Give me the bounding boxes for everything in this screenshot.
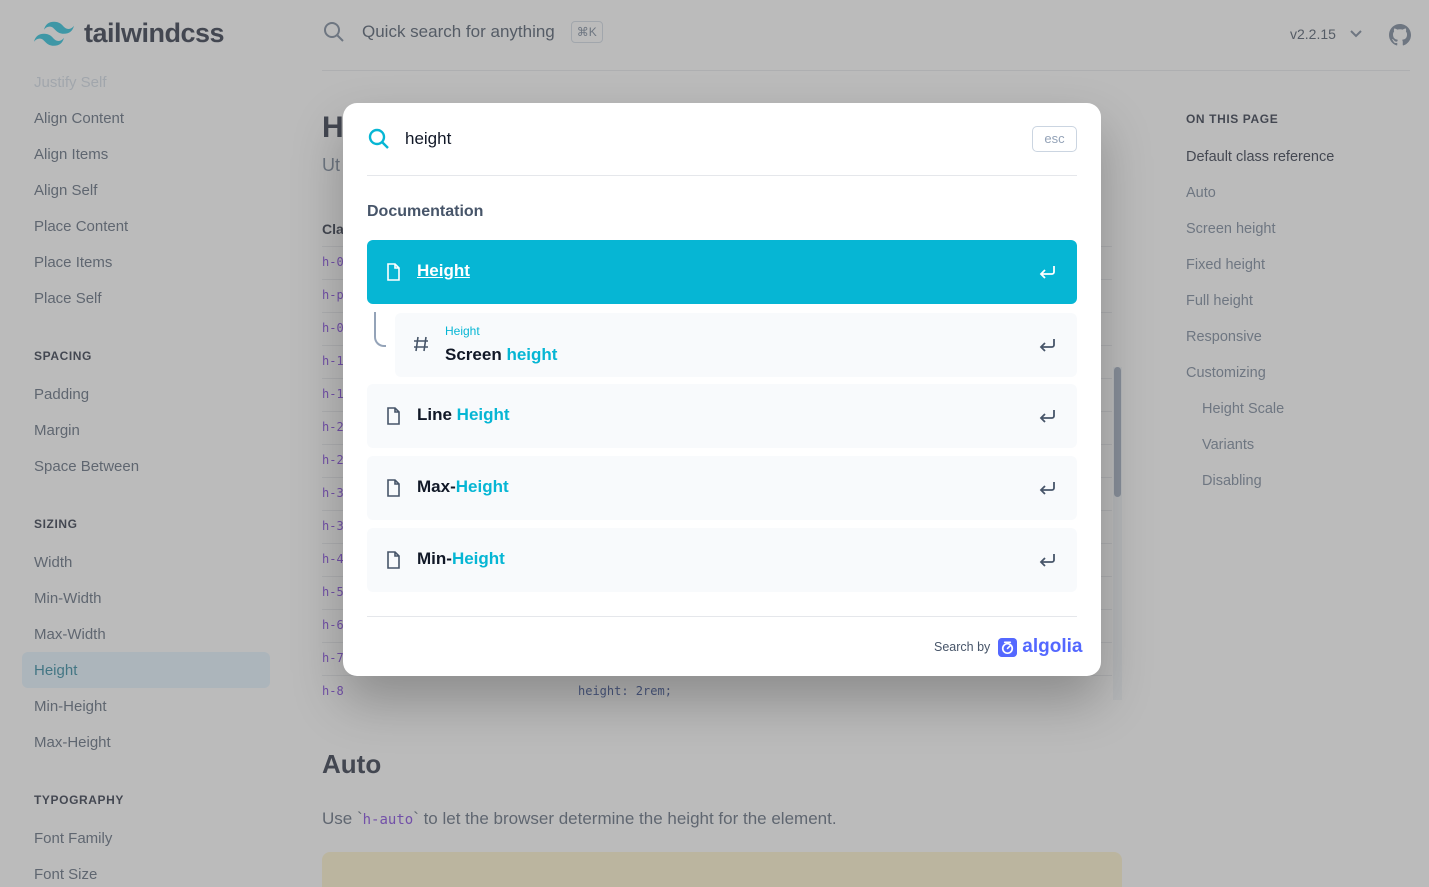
search-result-line-height[interactable]: Line Height (367, 384, 1077, 448)
document-icon (387, 479, 400, 497)
search-result-prefix: Line (417, 405, 457, 424)
search-result-title: Screen height (445, 345, 557, 365)
enter-icon (1039, 266, 1055, 279)
search-result-title: Max-Height (417, 477, 509, 497)
search-result-title: Min-Height (417, 549, 505, 569)
results-section-title: Documentation (367, 203, 484, 220)
search-icon (368, 128, 389, 149)
esc-button[interactable]: esc (1032, 126, 1077, 152)
algolia-wordmark: algolia (1022, 636, 1083, 657)
search-result-highlight: Height (451, 549, 505, 568)
search-result-highlight: Height (455, 477, 509, 496)
algolia-credit[interactable]: Search by algolia (934, 636, 1082, 658)
search-result-parent: Height (445, 324, 480, 338)
document-icon (387, 407, 400, 425)
search-result-title: Height (417, 261, 470, 280)
document-icon (387, 263, 400, 281)
result-tree-connector (374, 312, 386, 347)
search-result-screen-height[interactable]: Height Screen height (395, 313, 1077, 377)
algolia-logo: algolia (998, 636, 1082, 658)
enter-icon (1039, 410, 1055, 423)
search-result-highlight: Height (456, 405, 510, 424)
search-result-highlight: height (506, 345, 558, 364)
search-result-height[interactable]: Height (367, 240, 1077, 304)
search-result-prefix: Screen (445, 345, 507, 364)
search-input[interactable] (405, 127, 1005, 151)
enter-icon (1039, 339, 1055, 352)
search-divider (367, 175, 1077, 176)
algolia-icon (998, 637, 1018, 657)
search-result-prefix: Min- (417, 549, 452, 568)
document-icon (387, 551, 400, 569)
search-result-min-height[interactable]: Min-Height (367, 528, 1077, 592)
enter-icon (1039, 482, 1055, 495)
search-modal: esc Documentation Height Height Screen h… (343, 103, 1101, 676)
search-result-max-height[interactable]: Max-Height (367, 456, 1077, 520)
search-result-title: Line Height (417, 405, 510, 425)
enter-icon (1039, 554, 1055, 567)
modal-footer-divider (367, 616, 1077, 617)
search-result-prefix: Max- (417, 477, 456, 496)
hash-icon (414, 336, 428, 352)
search-by-label: Search by (934, 640, 991, 654)
